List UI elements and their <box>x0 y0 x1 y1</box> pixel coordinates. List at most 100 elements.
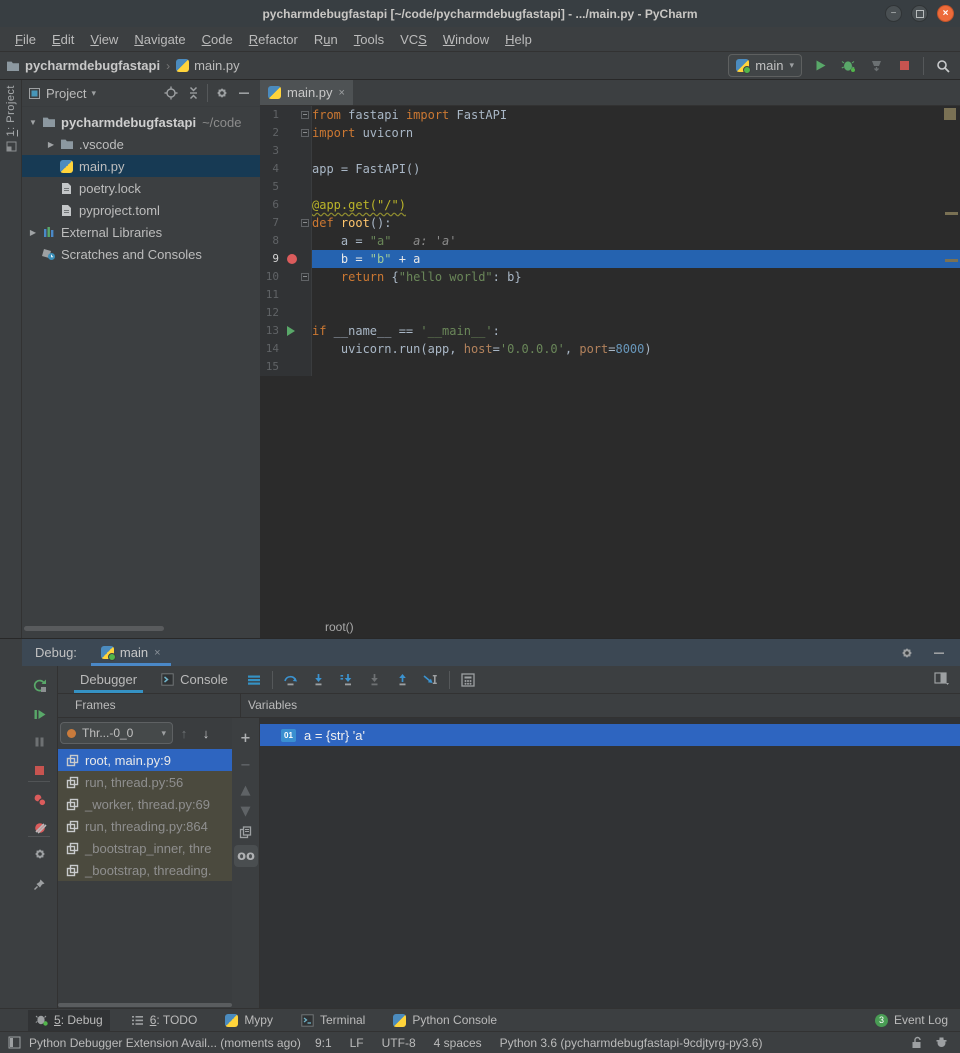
code-line-3[interactable]: 3 <box>260 142 960 160</box>
menu-code[interactable]: Code <box>195 30 240 49</box>
gutter[interactable]: 10 <box>260 268 312 286</box>
step-out-button[interactable] <box>391 669 415 691</box>
variables-panel[interactable]: 01a = {str} 'a' <box>260 718 960 1008</box>
pin-button[interactable] <box>22 872 57 896</box>
code-line-8[interactable]: 8 a = "a" a: 'a' <box>260 232 960 250</box>
move-down-button[interactable]: ▼ <box>232 800 259 822</box>
tree-item-vscode[interactable]: ▶.vscode <box>22 133 260 155</box>
frame-item[interactable]: run, threading.py:864 <box>58 815 232 837</box>
toolwindow-6-todo[interactable]: 6: TODO <box>124 1010 205 1031</box>
code-line-14[interactable]: 14 uvicorn.run(app, host='0.0.0.0', port… <box>260 340 960 358</box>
run-button[interactable] <box>809 55 831 77</box>
status-item[interactable]: 9:1 <box>315 1036 332 1050</box>
menu-tools[interactable]: Tools <box>347 30 391 49</box>
add-watch-button[interactable]: + <box>232 727 259 749</box>
status-item[interactable]: Python 3.6 (pycharmdebugfastapi-9cdjtyrg… <box>500 1036 763 1050</box>
code-line-1[interactable]: 1from fastapi import FastAPI <box>260 106 960 124</box>
restore-layout-button[interactable] <box>934 672 960 688</box>
gutter[interactable]: 11 <box>260 286 312 304</box>
toolwindow-python-console[interactable]: Python Console <box>386 1010 504 1031</box>
coverage-button[interactable] <box>865 55 887 77</box>
stop-run-button[interactable] <box>893 55 915 77</box>
maximize-button[interactable] <box>911 5 928 22</box>
minimize-button[interactable]: − <box>885 5 902 22</box>
fold-marker-icon[interactable] <box>301 129 309 137</box>
code-line-7[interactable]: 7def root(): <box>260 214 960 232</box>
gutter[interactable]: 4 <box>260 160 312 178</box>
stop-button[interactable] <box>22 758 57 782</box>
collapse-all-button[interactable] <box>183 83 203 103</box>
titlebar[interactable]: pycharmdebugfastapi [~/code/pycharmdebug… <box>0 0 960 28</box>
gutter[interactable]: 12 <box>260 304 312 322</box>
code-line-11[interactable]: 11 <box>260 286 960 304</box>
menu-run[interactable]: Run <box>307 30 345 49</box>
remove-watch-button[interactable]: − <box>232 754 259 776</box>
close-icon[interactable]: × <box>339 87 345 99</box>
thread-selector[interactable]: Thr...-0_0 ▾ <box>60 722 173 744</box>
fold-marker-icon[interactable] <box>301 111 309 119</box>
editor-tab-mainpy[interactable]: main.py × <box>260 80 353 105</box>
chevron-down-icon[interactable]: ▼ <box>26 118 40 127</box>
gutter[interactable]: 6 <box>260 196 312 214</box>
status-message[interactable]: Python Debugger Extension Avail... (mome… <box>29 1036 301 1050</box>
gutter[interactable]: 1 <box>260 106 312 124</box>
code-line-5[interactable]: 5 <box>260 178 960 196</box>
tree-item-pyproject-toml[interactable]: pyproject.toml <box>22 199 260 221</box>
menu-help[interactable]: Help <box>498 30 539 49</box>
frame-item[interactable]: _worker, thread.py:69 <box>58 793 232 815</box>
code-line-2[interactable]: 2import uvicorn <box>260 124 960 142</box>
gutter[interactable]: 14 <box>260 340 312 358</box>
step-over-button[interactable] <box>279 669 303 691</box>
status-item[interactable]: UTF-8 <box>382 1036 416 1050</box>
breakpoint-icon[interactable] <box>287 254 297 264</box>
menu-window[interactable]: Window <box>436 30 496 49</box>
toolwindow-event-log[interactable]: Event Log <box>894 1013 948 1027</box>
menu-navigate[interactable]: Navigate <box>127 30 192 49</box>
step-into-button[interactable] <box>307 669 331 691</box>
editor-breadcrumb[interactable]: root() <box>325 620 354 634</box>
settings-button[interactable] <box>896 642 918 664</box>
stripe-button-1-project[interactable]: 1: Project <box>0 85 22 155</box>
view-breakpoints-button[interactable] <box>22 788 57 812</box>
close-icon[interactable]: × <box>154 647 160 659</box>
code-line-15[interactable]: 15 <box>260 358 960 376</box>
tree-item-external-libraries[interactable]: ▶External Libraries <box>22 221 260 243</box>
project-hscrollbar[interactable] <box>24 626 164 631</box>
tree-item-scratches-and-consoles[interactable]: Scratches and Consoles <box>22 243 260 265</box>
move-up-button[interactable]: ▲ <box>232 779 259 801</box>
menu-edit[interactable]: Edit <box>45 30 81 49</box>
hide-button[interactable] <box>234 83 254 103</box>
next-frame-button[interactable]: ↓ <box>195 726 217 741</box>
code-line-13[interactable]: 13if __name__ == '__main__': <box>260 322 960 340</box>
gutter[interactable]: 5 <box>260 178 312 196</box>
force-step-into-button[interactable] <box>363 669 387 691</box>
close-button[interactable]: × <box>937 5 954 22</box>
tree-item-main-py[interactable]: main.py <box>22 155 260 177</box>
hide-button[interactable] <box>928 642 950 664</box>
debug-session-tab[interactable]: main × <box>91 639 171 666</box>
unlock-icon[interactable] <box>911 1036 923 1049</box>
pause-button[interactable] <box>22 730 57 754</box>
variable-row[interactable]: 01a = {str} 'a' <box>260 724 960 746</box>
previous-frame-button[interactable]: ↑ <box>173 726 195 741</box>
run-to-cursor-button[interactable] <box>419 669 443 691</box>
menu-file[interactable]: File <box>8 30 43 49</box>
project-panel-title[interactable]: Project <box>46 86 86 101</box>
status-item[interactable]: 4 spaces <box>434 1036 482 1050</box>
frame-item[interactable]: _bootstrap_inner, thre <box>58 837 232 859</box>
rerun-button[interactable] <box>22 673 57 697</box>
settings-button[interactable] <box>22 842 57 866</box>
watch-glasses-button[interactable]: oo <box>234 845 258 867</box>
code-line-6[interactable]: 6@app.get("/") <box>260 196 960 214</box>
gutter[interactable]: 13 <box>260 322 312 340</box>
run-line-icon[interactable] <box>287 326 295 336</box>
code-line-9[interactable]: 9 b = "b" + a <box>260 250 960 268</box>
toolwindow-toggle-icon[interactable] <box>8 1036 21 1049</box>
locate-button[interactable] <box>161 83 181 103</box>
gutter[interactable]: 7 <box>260 214 312 232</box>
code-line-10[interactable]: 10 return {"hello world": b} <box>260 268 960 286</box>
warning-stripe-mark[interactable] <box>945 212 958 215</box>
debug-button[interactable] <box>837 55 859 77</box>
status-item[interactable]: LF <box>350 1036 364 1050</box>
fold-marker-icon[interactable] <box>301 219 309 227</box>
